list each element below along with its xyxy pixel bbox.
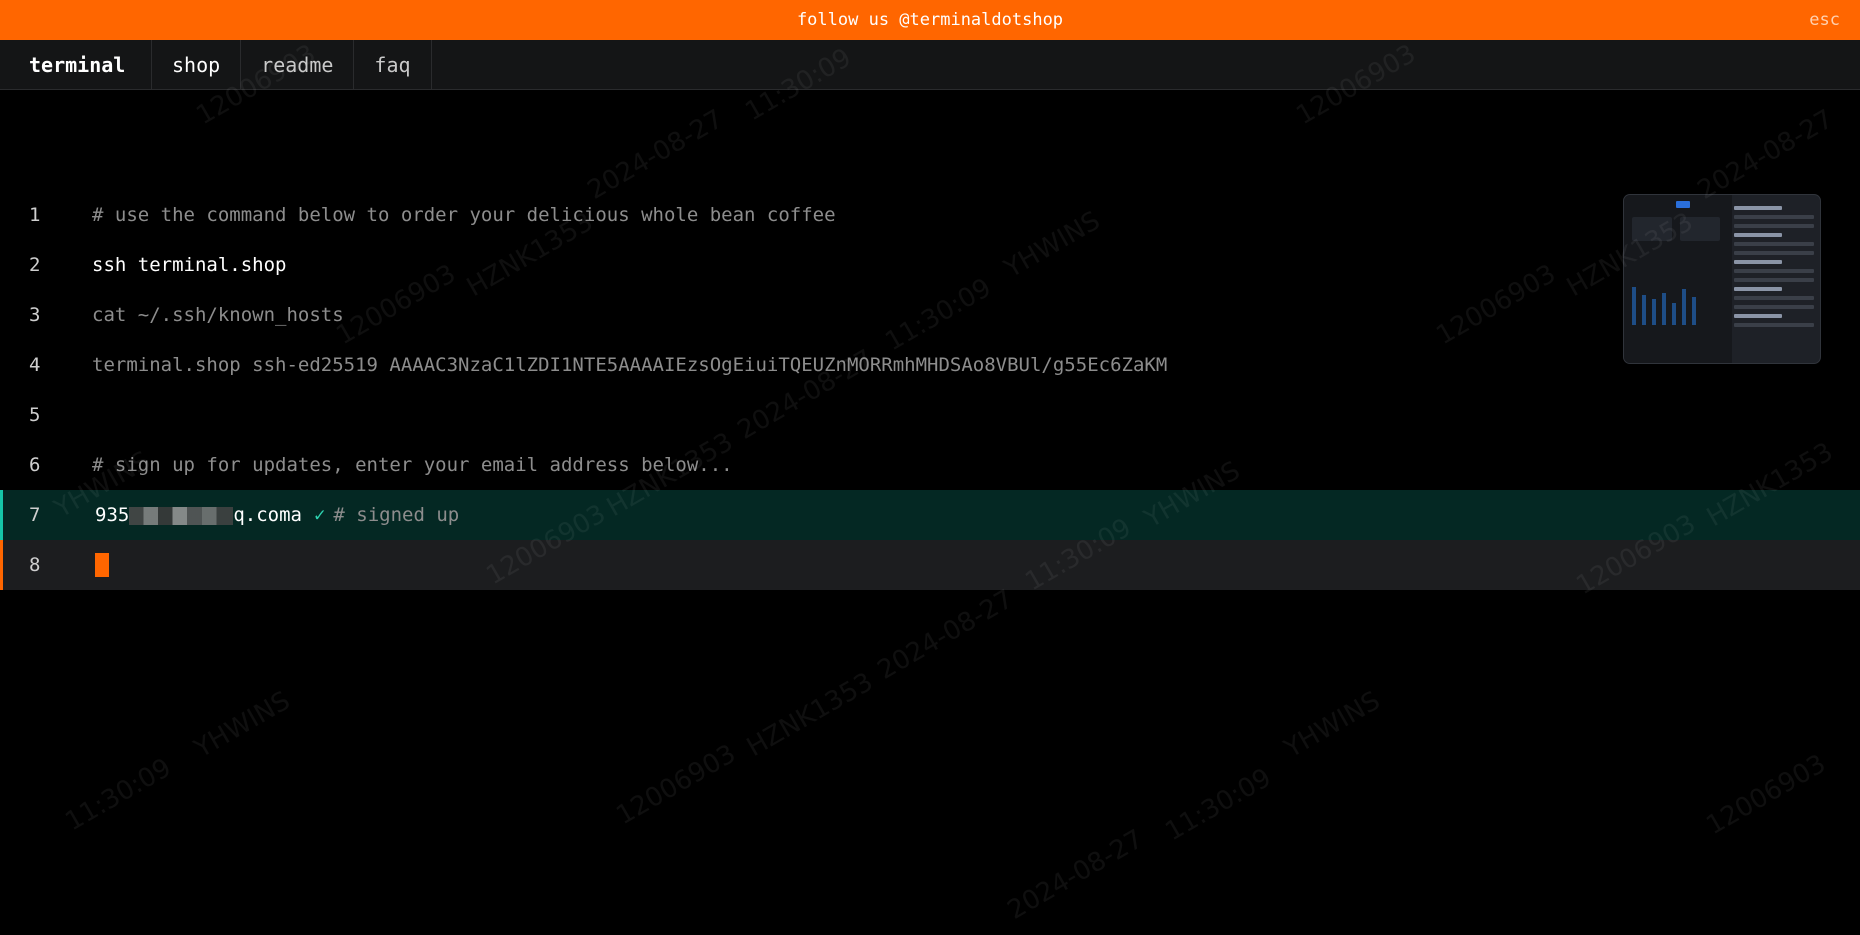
- thumbnail-row: [1734, 215, 1814, 219]
- line-number: 1: [29, 204, 41, 226]
- email-end: q.coma: [233, 504, 302, 526]
- watermark-text: YHWINS: [1279, 685, 1386, 765]
- top-banner: follow us @terminaldotshop esc: [0, 0, 1860, 40]
- text-cursor: [95, 553, 109, 577]
- thumbnail-dashboard: [1624, 195, 1732, 363]
- editor-line: 6 # sign up for updates, enter your emai…: [0, 440, 1860, 490]
- thumbnail-stat-card: [1632, 217, 1672, 241]
- banner-text[interactable]: follow us @terminaldotshop: [797, 10, 1063, 30]
- editor-line: 3 cat ~/.ssh/known_hosts: [0, 290, 1860, 340]
- thumbnail-bar: [1652, 299, 1656, 325]
- watermark-text: 11:30:09: [60, 752, 177, 838]
- watermark-text: 11:30:09: [1160, 762, 1277, 848]
- tab-faq[interactable]: faq: [354, 40, 432, 89]
- tab-shop[interactable]: shop: [152, 40, 242, 89]
- ssh-command[interactable]: ssh terminal.shop: [92, 254, 286, 276]
- thumbnail-bar-chart: [1632, 265, 1720, 325]
- tab-readme[interactable]: readme: [241, 40, 355, 89]
- thumbnail-row: [1734, 260, 1782, 264]
- line-number: 8: [29, 554, 41, 576]
- thumbnail-bar: [1642, 295, 1646, 325]
- signed-up-note: # signed up: [333, 504, 460, 526]
- line-number: 7: [29, 504, 41, 526]
- thumbnail-row: [1734, 206, 1782, 210]
- line-text: # use the command below to order your de…: [92, 204, 836, 226]
- email-start: 935: [95, 504, 130, 526]
- check-icon: ✓: [313, 504, 326, 526]
- line-number: 6: [29, 454, 41, 476]
- email-input[interactable]: [95, 553, 109, 577]
- thumbnail-list: [1734, 201, 1814, 357]
- watermark-text: 12006903: [1701, 748, 1831, 842]
- thumbnail-bar: [1662, 293, 1666, 325]
- line-number: 5: [29, 404, 41, 426]
- email-value: 935 q.coma: [95, 504, 302, 526]
- thumbnail-row: [1734, 296, 1814, 300]
- top-nav: terminal shop readme faq: [0, 40, 1860, 90]
- thumbnail-row: [1734, 269, 1814, 273]
- screenshot-thumbnail[interactable]: [1624, 195, 1820, 363]
- thumbnail-row: [1734, 224, 1814, 228]
- line-number: 2: [29, 254, 41, 276]
- line-text: cat ~/.ssh/known_hosts: [92, 304, 344, 326]
- thumbnail-bar: [1632, 287, 1636, 325]
- line-number: 4: [29, 354, 41, 376]
- signed-up-line: 7 935 q.coma ✓ # signed up: [0, 490, 1860, 540]
- editor-line: 1 # use the command below to order your …: [0, 190, 1860, 240]
- thumbnail-row: [1734, 314, 1782, 318]
- editor-line: 5: [0, 390, 1860, 440]
- thumbnail-row: [1734, 233, 1782, 237]
- thumbnail-row: [1734, 278, 1814, 282]
- thumbnail-row: [1734, 287, 1782, 291]
- thumbnail-bar: [1692, 297, 1696, 325]
- watermark-text: 12006903: [611, 738, 741, 832]
- line-text: # sign up for updates, enter your email …: [92, 454, 733, 476]
- thumbnail-bar: [1672, 303, 1676, 325]
- editor-line: 2 ssh terminal.shop: [0, 240, 1860, 290]
- terminal-editor: 1 # use the command below to order your …: [0, 190, 1860, 590]
- known-hosts-key: terminal.shop ssh-ed25519 AAAAC3NzaC1lZD…: [92, 354, 1168, 376]
- thumbnail-row: [1734, 251, 1814, 255]
- watermark-text: HZNK1353: [741, 667, 879, 763]
- thumbnail-row: [1734, 305, 1814, 309]
- watermark-text: 2024-08-27: [1002, 824, 1149, 926]
- watermark-text: YHWINS: [189, 685, 296, 765]
- redacted-email-block: [129, 506, 234, 525]
- esc-button[interactable]: esc: [1809, 0, 1840, 40]
- watermark-text: 2024-08-27: [872, 584, 1019, 686]
- thumbnail-tag: [1676, 201, 1690, 208]
- email-input-line[interactable]: 8: [0, 540, 1860, 590]
- thumbnail-bar: [1682, 289, 1686, 325]
- thumbnail-stat-card: [1680, 217, 1720, 241]
- line-number: 3: [29, 304, 41, 326]
- thumbnail-row: [1734, 242, 1814, 246]
- thumbnail-row: [1734, 323, 1814, 327]
- editor-line: 4 terminal.shop ssh-ed25519 AAAAC3NzaC1l…: [0, 340, 1860, 390]
- brand-logo[interactable]: terminal: [0, 40, 152, 89]
